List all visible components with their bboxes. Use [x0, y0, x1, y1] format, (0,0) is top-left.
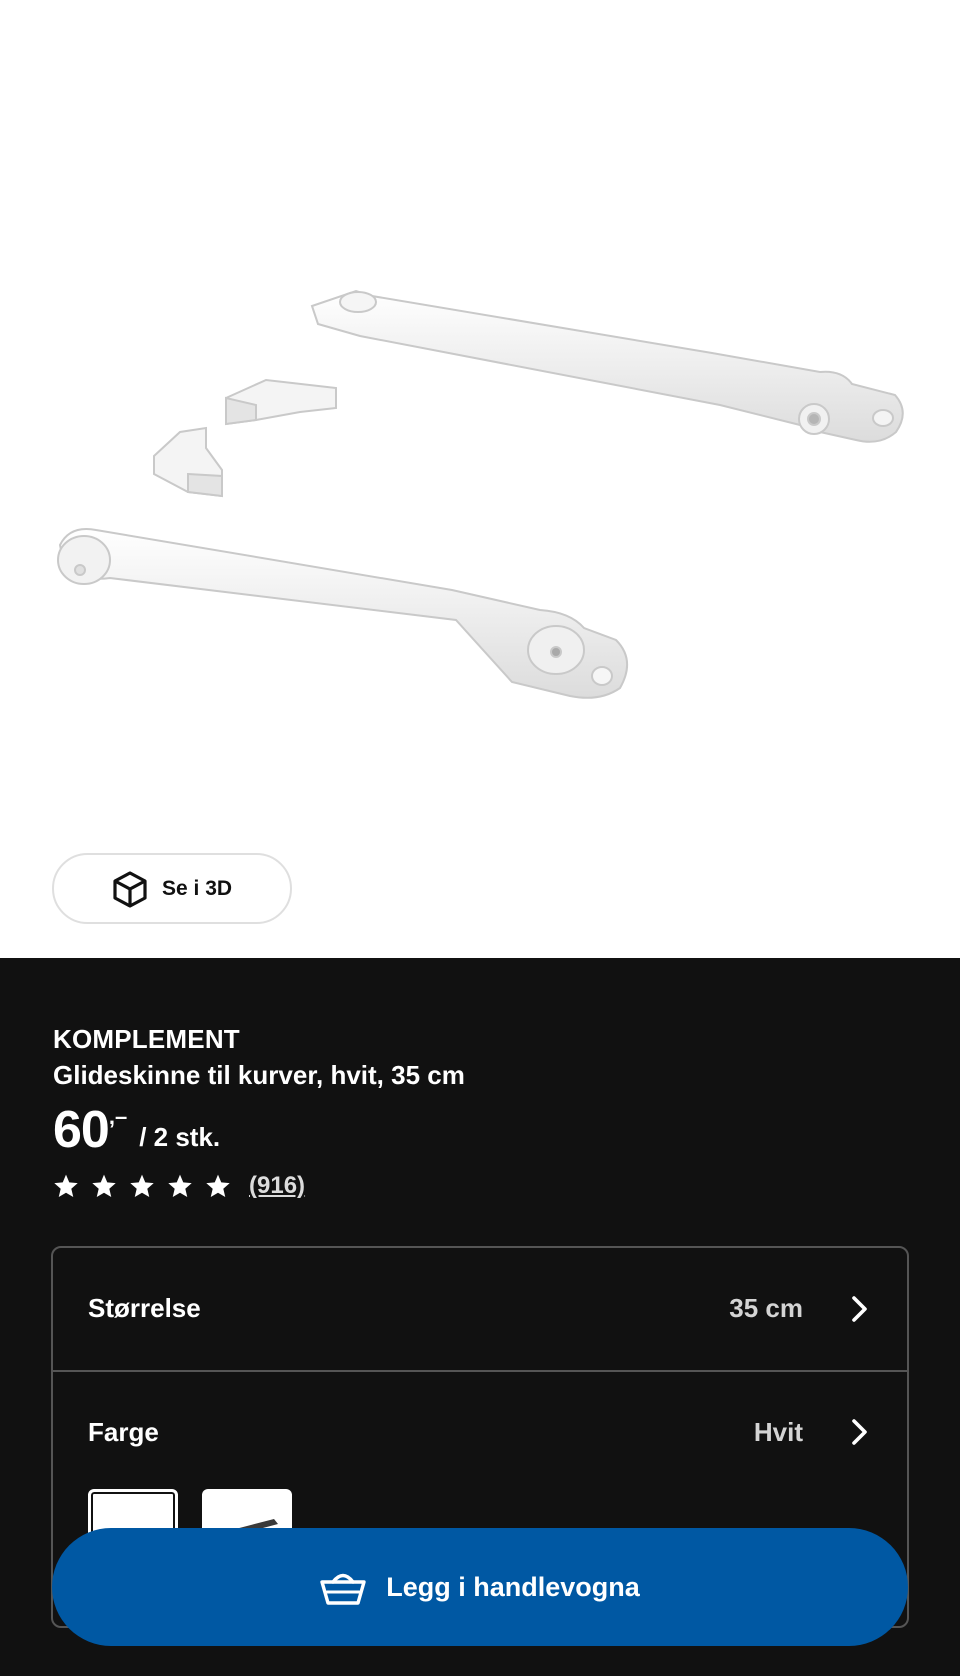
star-icon: [206, 1174, 230, 1198]
star-icon: [92, 1174, 116, 1198]
basket-icon: [320, 1573, 366, 1605]
rating[interactable]: (916): [53, 1172, 305, 1200]
rating-stars: [53, 1173, 231, 1199]
size-value: 35 cm: [729, 1293, 803, 1323]
product-description: Glideskinne til kurver, hvit, 35 cm: [53, 1060, 465, 1090]
product-image-area: Se i 3D: [0, 0, 960, 958]
product-brand: KOMPLEMENT: [53, 1024, 240, 1054]
chevron-right-icon: [852, 1419, 867, 1445]
size-option[interactable]: Størrelse 35 cm: [53, 1248, 907, 1372]
rail-bottom: [57, 528, 628, 699]
star-icon: [54, 1174, 78, 1198]
price-decimal: ,–: [108, 1104, 128, 1129]
bracket-upper: [225, 378, 337, 426]
size-label: Størrelse: [88, 1293, 201, 1323]
add-to-cart-label: Legg i handlevogna: [386, 1571, 640, 1602]
add-to-cart-button[interactable]: Legg i handlevogna: [52, 1528, 908, 1646]
review-count-link[interactable]: (916): [249, 1172, 305, 1200]
price-unit: / 2 stk.: [139, 1122, 221, 1152]
price: 60 ,– / 2 stk.: [53, 1100, 220, 1160]
view-3d-button[interactable]: Se i 3D: [52, 853, 292, 924]
product-image: [57, 289, 904, 699]
star-icon: [168, 1174, 192, 1198]
view-3d-label: Se i 3D: [162, 876, 233, 900]
chevron-right-icon: [852, 1296, 867, 1322]
star-icon: [130, 1174, 154, 1198]
color-label: Farge: [88, 1417, 159, 1447]
cube-icon: [113, 870, 147, 908]
rail-top: [310, 289, 904, 443]
bracket-lower: [153, 426, 223, 498]
price-integer: 60: [53, 1101, 110, 1159]
color-value: Hvit: [753, 1417, 803, 1447]
